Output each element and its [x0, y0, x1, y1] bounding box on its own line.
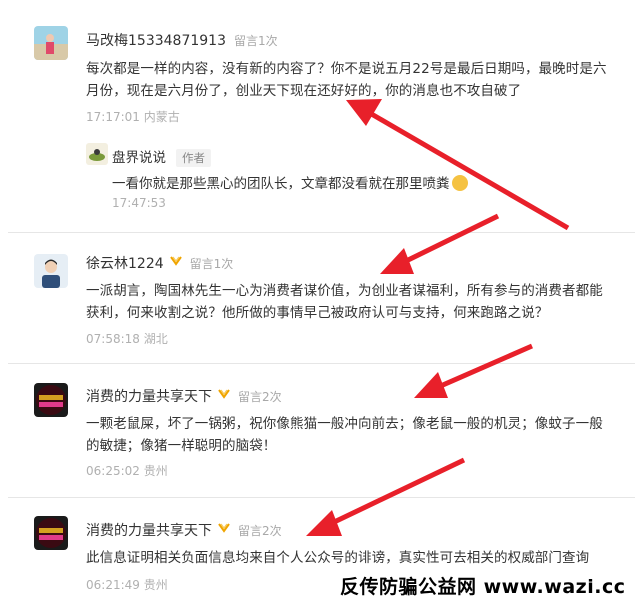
user-avatar[interactable]	[34, 383, 68, 417]
comment-count-badge: 留言2次	[238, 390, 282, 404]
comment-meta: 07:58:18 湖北	[86, 332, 168, 346]
comment-text: 此信息证明相关负面信息均来自个人公众号的诽谤，真实性可去相关的权威部门查询	[86, 550, 590, 566]
author-name[interactable]: 盘界说说 作者	[112, 146, 211, 167]
user-avatar[interactable]	[34, 254, 68, 288]
user-avatar[interactable]	[34, 516, 68, 550]
medal-icon	[218, 523, 230, 541]
medal-icon	[169, 256, 182, 274]
comment-text: 一颗老鼠屎，坏了一锅粥，祝你像熊猫一般冲向前去；像老鼠一般的机灵；像蚊子一般的敏…	[86, 416, 603, 454]
user-name[interactable]: 消费的力量共享天下 留言2次	[86, 386, 282, 407]
divider	[8, 497, 635, 498]
comment-count-badge: 留言1次	[189, 257, 234, 271]
user-name[interactable]: 马改梅15334871913 留言1次	[86, 30, 278, 50]
comment-meta: 06:25:02 贵州	[86, 464, 168, 478]
user-name[interactable]: 徐云林1224 留言1次	[86, 253, 233, 274]
comment-meta: 17:17:01 内蒙古	[86, 110, 180, 124]
arrow-4	[306, 457, 466, 536]
arrow-1	[346, 99, 570, 231]
comment-count-badge: 留言2次	[238, 524, 282, 538]
smiley-emoji-icon	[451, 175, 468, 191]
author-avatar[interactable]	[86, 143, 108, 165]
user-name[interactable]: 消费的力量共享天下 留言2次	[86, 520, 282, 541]
divider	[8, 232, 635, 233]
author-reply-text: 一看你就是那些黑心的团队长，文章都没看就在那里喷粪	[112, 172, 468, 192]
comment-count-badge: 留言1次	[233, 34, 278, 48]
arrow-2	[380, 213, 500, 274]
reply-meta: 17:47:53	[112, 196, 166, 210]
arrow-3	[414, 343, 534, 398]
comment-text: 一派胡言，陶国林先生一心为消费者谋价值，为创业者谋福利，所有参与的消费者都能获利…	[86, 283, 603, 321]
medal-icon	[218, 389, 230, 407]
divider	[8, 363, 635, 364]
comment-meta: 06:21:49 贵州	[86, 578, 168, 592]
author-tag: 作者	[176, 149, 211, 167]
user-avatar[interactable]	[34, 26, 68, 60]
comment-text: 每次都是一样的内容，没有新的内容了？你不是说五月22号是最后日期吗，最晚时是六月…	[86, 61, 607, 99]
watermark-text: 反传防骗公益网 www.wazi.cc	[340, 576, 626, 598]
